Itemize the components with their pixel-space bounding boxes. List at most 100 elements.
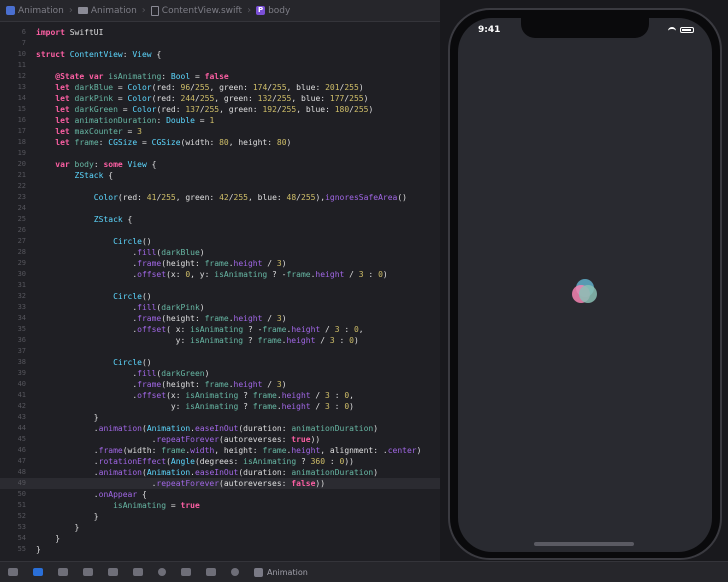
code-text: import SwiftUI <box>36 28 104 37</box>
scheme-selector[interactable]: Animation <box>254 567 308 577</box>
device-screen[interactable]: 9:41 <box>458 18 712 552</box>
code-line[interactable]: 41 .offset(x: isAnimating ? frame.height… <box>0 390 440 401</box>
code-line[interactable]: 34 .frame(height: frame.height / 3) <box>0 313 440 324</box>
breadcrumb-project[interactable]: Animation <box>6 6 64 16</box>
code-line[interactable]: 22 <box>0 181 440 192</box>
code-line[interactable]: 18 let frame: CGSize = CGSize(width: 80,… <box>0 137 440 148</box>
code-line[interactable]: 51 isAnimating = true <box>0 500 440 511</box>
code-line[interactable]: 19 <box>0 148 440 159</box>
code-line[interactable]: 38 Circle() <box>0 357 440 368</box>
code-text: .animation(Animation.easeInOut(duration:… <box>36 424 379 433</box>
code-line[interactable]: 17 let maxCounter = 3 <box>0 126 440 137</box>
code-line[interactable]: 55} <box>0 544 440 555</box>
line-number: 27 <box>17 237 26 245</box>
code-text: y: isAnimating ? frame.height / 3 : 0) <box>36 336 359 345</box>
code-text: let frame: CGSize = CGSize(width: 80, he… <box>55 138 292 147</box>
code-line[interactable]: 45 .repeatForever(autoreverses: true)) <box>0 434 440 445</box>
code-line[interactable]: 36 y: isAnimating ? frame.height / 3 : 0… <box>0 335 440 346</box>
breadcrumb-symbol[interactable]: P body <box>256 6 290 16</box>
code-line[interactable]: 23 Color(red: 41/255, green: 42/255, blu… <box>0 192 440 203</box>
code-text: .repeatForever(autoreverses: true)) <box>36 435 321 444</box>
view-hierarchy-icon[interactable] <box>158 568 166 576</box>
memory-graph-icon[interactable] <box>181 568 191 576</box>
code-line[interactable]: 26 <box>0 225 440 236</box>
line-number: 44 <box>17 424 26 432</box>
line-number: 23 <box>17 193 26 201</box>
line-number: 17 <box>17 127 26 135</box>
code-line[interactable]: 42 y: isAnimating ? frame.height / 3 : 0… <box>0 401 440 412</box>
code-line[interactable]: 10 struct ContentView: View { <box>0 49 440 60</box>
code-line[interactable]: 53 } <box>0 522 440 533</box>
code-line[interactable]: 27 Circle() <box>0 236 440 247</box>
code-line[interactable]: 35 .offset( x: isAnimating ? -frame.heig… <box>0 324 440 335</box>
line-number: 28 <box>17 248 26 256</box>
code-line[interactable]: 43 } <box>0 412 440 423</box>
code-line[interactable]: 33 .fill(darkPink) <box>0 302 440 313</box>
code-line[interactable]: 28 .fill(darkBlue) <box>0 247 440 258</box>
code-line[interactable]: 32 Circle() <box>0 291 440 302</box>
code-line[interactable]: 54 } <box>0 533 440 544</box>
line-number: 41 <box>17 391 26 399</box>
code-text: } <box>36 545 41 554</box>
code-line[interactable]: 46 .frame(width: frame.width, height: fr… <box>0 445 440 456</box>
breadcrumb-file[interactable]: ContentView.swift <box>150 5 242 16</box>
code-line[interactable]: 50 .onAppear { <box>0 489 440 500</box>
code-line[interactable]: 12 @State var isAnimating: Bool = false <box>0 71 440 82</box>
code-text: .animation(Animation.easeInOut(duration:… <box>36 468 379 477</box>
line-number: 29 <box>17 259 26 267</box>
code-line[interactable]: 37 <box>0 346 440 357</box>
code-line[interactable]: 48 .animation(Animation.easeInOut(durati… <box>0 467 440 478</box>
code-line[interactable]: 14 let darkPink = Color(red: 244/255, gr… <box>0 93 440 104</box>
code-line[interactable]: 16 let animationDuration: Double = 1 <box>0 115 440 126</box>
code-line[interactable]: 11 <box>0 60 440 71</box>
code-line[interactable]: 29 .frame(height: frame.height / 3) <box>0 258 440 269</box>
debug-toolbar: Animation <box>0 561 728 582</box>
code-text: .offset(x: isAnimating ? frame.height / … <box>36 391 354 400</box>
code-line[interactable]: 44 .animation(Animation.easeInOut(durati… <box>0 423 440 434</box>
code-line[interactable]: 7 <box>0 38 440 49</box>
code-line[interactable]: 52 } <box>0 511 440 522</box>
code-line[interactable]: 30 .offset(x: 0, y: isAnimating ? -frame… <box>0 269 440 280</box>
line-number: 39 <box>17 369 26 377</box>
code-line[interactable]: 49 .repeatForever(autoreverses: false)) <box>0 478 440 489</box>
code-line[interactable]: 15 let darkGreen = Color(red: 137/255, g… <box>0 104 440 115</box>
step-into-icon[interactable] <box>108 568 118 576</box>
scheme-label: Animation <box>267 567 308 577</box>
home-indicator <box>534 542 634 546</box>
code-text: y: isAnimating ? frame.height / 3 : 0) <box>36 402 354 411</box>
code-line[interactable]: 47 .rotationEffect(Angle(degrees: isAnim… <box>0 456 440 467</box>
code-line[interactable]: 31 <box>0 280 440 291</box>
line-number: 54 <box>17 534 26 542</box>
step-over-icon[interactable] <box>83 568 93 576</box>
line-number: 6 <box>21 28 26 36</box>
environment-icon[interactable] <box>206 568 216 576</box>
code-line[interactable]: 40 .frame(height: frame.height / 3) <box>0 379 440 390</box>
hide-debug-area-icon[interactable] <box>8 568 18 576</box>
line-number: 33 <box>17 303 26 311</box>
pause-icon[interactable] <box>58 568 68 576</box>
line-number: 18 <box>17 138 26 146</box>
chevron-right-icon: › <box>247 5 252 16</box>
chevron-right-icon: › <box>141 5 146 16</box>
line-number: 46 <box>17 446 26 454</box>
code-line[interactable]: 39 .fill(darkGreen) <box>0 368 440 379</box>
code-line[interactable]: 21 ZStack { <box>0 170 440 181</box>
code-text: ZStack { <box>74 171 114 180</box>
code-line[interactable]: 24 <box>0 203 440 214</box>
breakpoints-icon[interactable] <box>33 568 43 576</box>
line-number: 47 <box>17 457 26 465</box>
code-text: struct ContentView: View { <box>36 50 162 59</box>
step-out-icon[interactable] <box>133 568 143 576</box>
line-number: 42 <box>17 402 26 410</box>
code-line[interactable]: 13 let darkBlue = Color(red: 96/255, gre… <box>0 82 440 93</box>
breadcrumb-folder[interactable]: Animation <box>77 6 137 16</box>
battery-icon <box>680 27 694 33</box>
line-number: 51 <box>17 501 26 509</box>
code-text: } <box>36 534 61 543</box>
code-line[interactable]: 25 ZStack { <box>0 214 440 225</box>
status-time: 9:41 <box>478 25 501 35</box>
location-icon[interactable] <box>231 568 239 576</box>
code-line[interactable]: 6 import SwiftUI <box>0 27 440 38</box>
code-line[interactable]: 20 var body: some View { <box>0 159 440 170</box>
code-editor[interactable]: 6 import SwiftUI 7 10 struct ContentView: Vi… <box>0 23 440 561</box>
